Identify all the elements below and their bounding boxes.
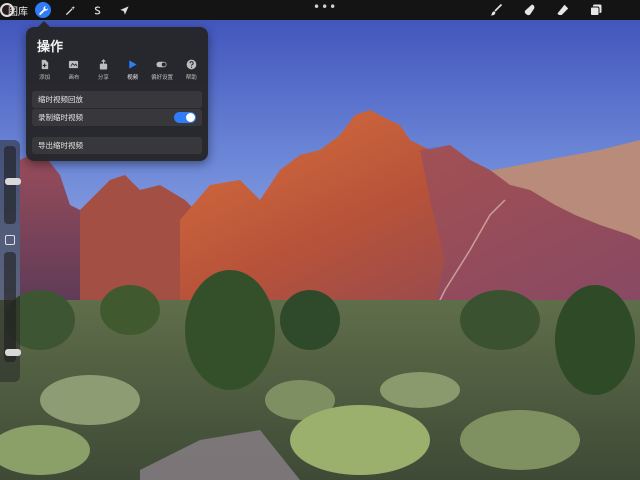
tab-add-label: 添加	[39, 75, 51, 81]
shrub-c	[380, 372, 460, 408]
tab-preferences-label: 偏好设置	[150, 75, 173, 81]
adjustments-button[interactable]	[62, 2, 78, 18]
tab-share-label: 分享	[97, 75, 109, 81]
more-options[interactable]: •••	[313, 0, 337, 14]
actions-panel: 操作 添加 画布 分享 视频 偏好设置 帮助 缩时视频回放 录制缩时视频 导出缩…	[26, 21, 208, 161]
brush-size-slider[interactable]	[4, 146, 21, 224]
brush-icon	[490, 3, 503, 16]
tree-right	[460, 290, 540, 350]
eraser-button[interactable]	[555, 2, 571, 18]
tree-center	[185, 270, 275, 390]
gallery-link[interactable]: 图库	[8, 3, 28, 18]
brush-button[interactable]	[488, 2, 504, 18]
smudge-button[interactable]	[522, 2, 538, 18]
tree-far-right	[555, 285, 635, 395]
record-timelapse-label: 录制缩时视频	[38, 113, 83, 122]
panel-title: 操作	[37, 40, 64, 55]
record-timelapse-row: 录制缩时视频	[32, 109, 202, 126]
left-sidebar	[0, 140, 21, 382]
magic-wand-icon	[65, 5, 75, 15]
modify-button[interactable]	[5, 235, 15, 245]
export-timelapse-label: 导出缩时视频	[38, 141, 83, 150]
layers-icon	[590, 4, 602, 16]
eraser-icon	[557, 4, 569, 15]
play-icon	[129, 60, 137, 69]
actions-tab-row: 添加 画布 分享 视频 偏好设置 帮助	[30, 59, 206, 89]
transform-button[interactable]	[116, 2, 132, 18]
brush-opacity-slider[interactable]	[4, 252, 21, 362]
wrench-icon	[38, 5, 48, 15]
smudge-icon	[524, 4, 535, 16]
tab-preferences[interactable]: 偏好设置	[147, 59, 176, 89]
toggle-icon	[156, 61, 168, 68]
tab-video-label: 视频	[127, 75, 139, 81]
select-s-icon	[94, 5, 100, 14]
timelapse-replay-row[interactable]: 缩时视频回放	[32, 91, 202, 108]
tab-help-label: 帮助	[185, 75, 197, 81]
help-icon	[186, 59, 197, 70]
record-timelapse-toggle[interactable]	[174, 112, 196, 123]
shrub-a	[40, 375, 140, 425]
add-file-icon	[41, 59, 49, 70]
arrow-cursor-icon	[119, 5, 129, 15]
brush-opacity-thumb[interactable]	[5, 348, 21, 356]
tab-canvas[interactable]: 画布	[59, 59, 88, 89]
tab-canvas-label: 画布	[68, 75, 80, 81]
share-icon	[99, 59, 107, 70]
tab-share[interactable]: 分享	[89, 59, 118, 89]
selection-button[interactable]	[89, 2, 105, 18]
export-timelapse-row[interactable]: 导出缩时视频	[32, 137, 202, 154]
shrub-d	[290, 405, 430, 475]
layers-button[interactable]	[588, 2, 604, 18]
tree-center-right	[280, 290, 340, 350]
canvas-icon	[69, 60, 79, 69]
tree-mid-left	[100, 285, 160, 335]
brush-size-thumb[interactable]	[5, 177, 21, 185]
tab-add[interactable]: 添加	[30, 59, 59, 89]
top-toolbar: 图库 •••	[0, 0, 640, 20]
tab-help[interactable]: 帮助	[177, 59, 206, 89]
actions-button[interactable]	[35, 2, 51, 18]
shrub-e	[460, 410, 580, 470]
tab-video[interactable]: 视频	[118, 59, 147, 89]
timelapse-replay-label: 缩时视频回放	[38, 95, 83, 104]
